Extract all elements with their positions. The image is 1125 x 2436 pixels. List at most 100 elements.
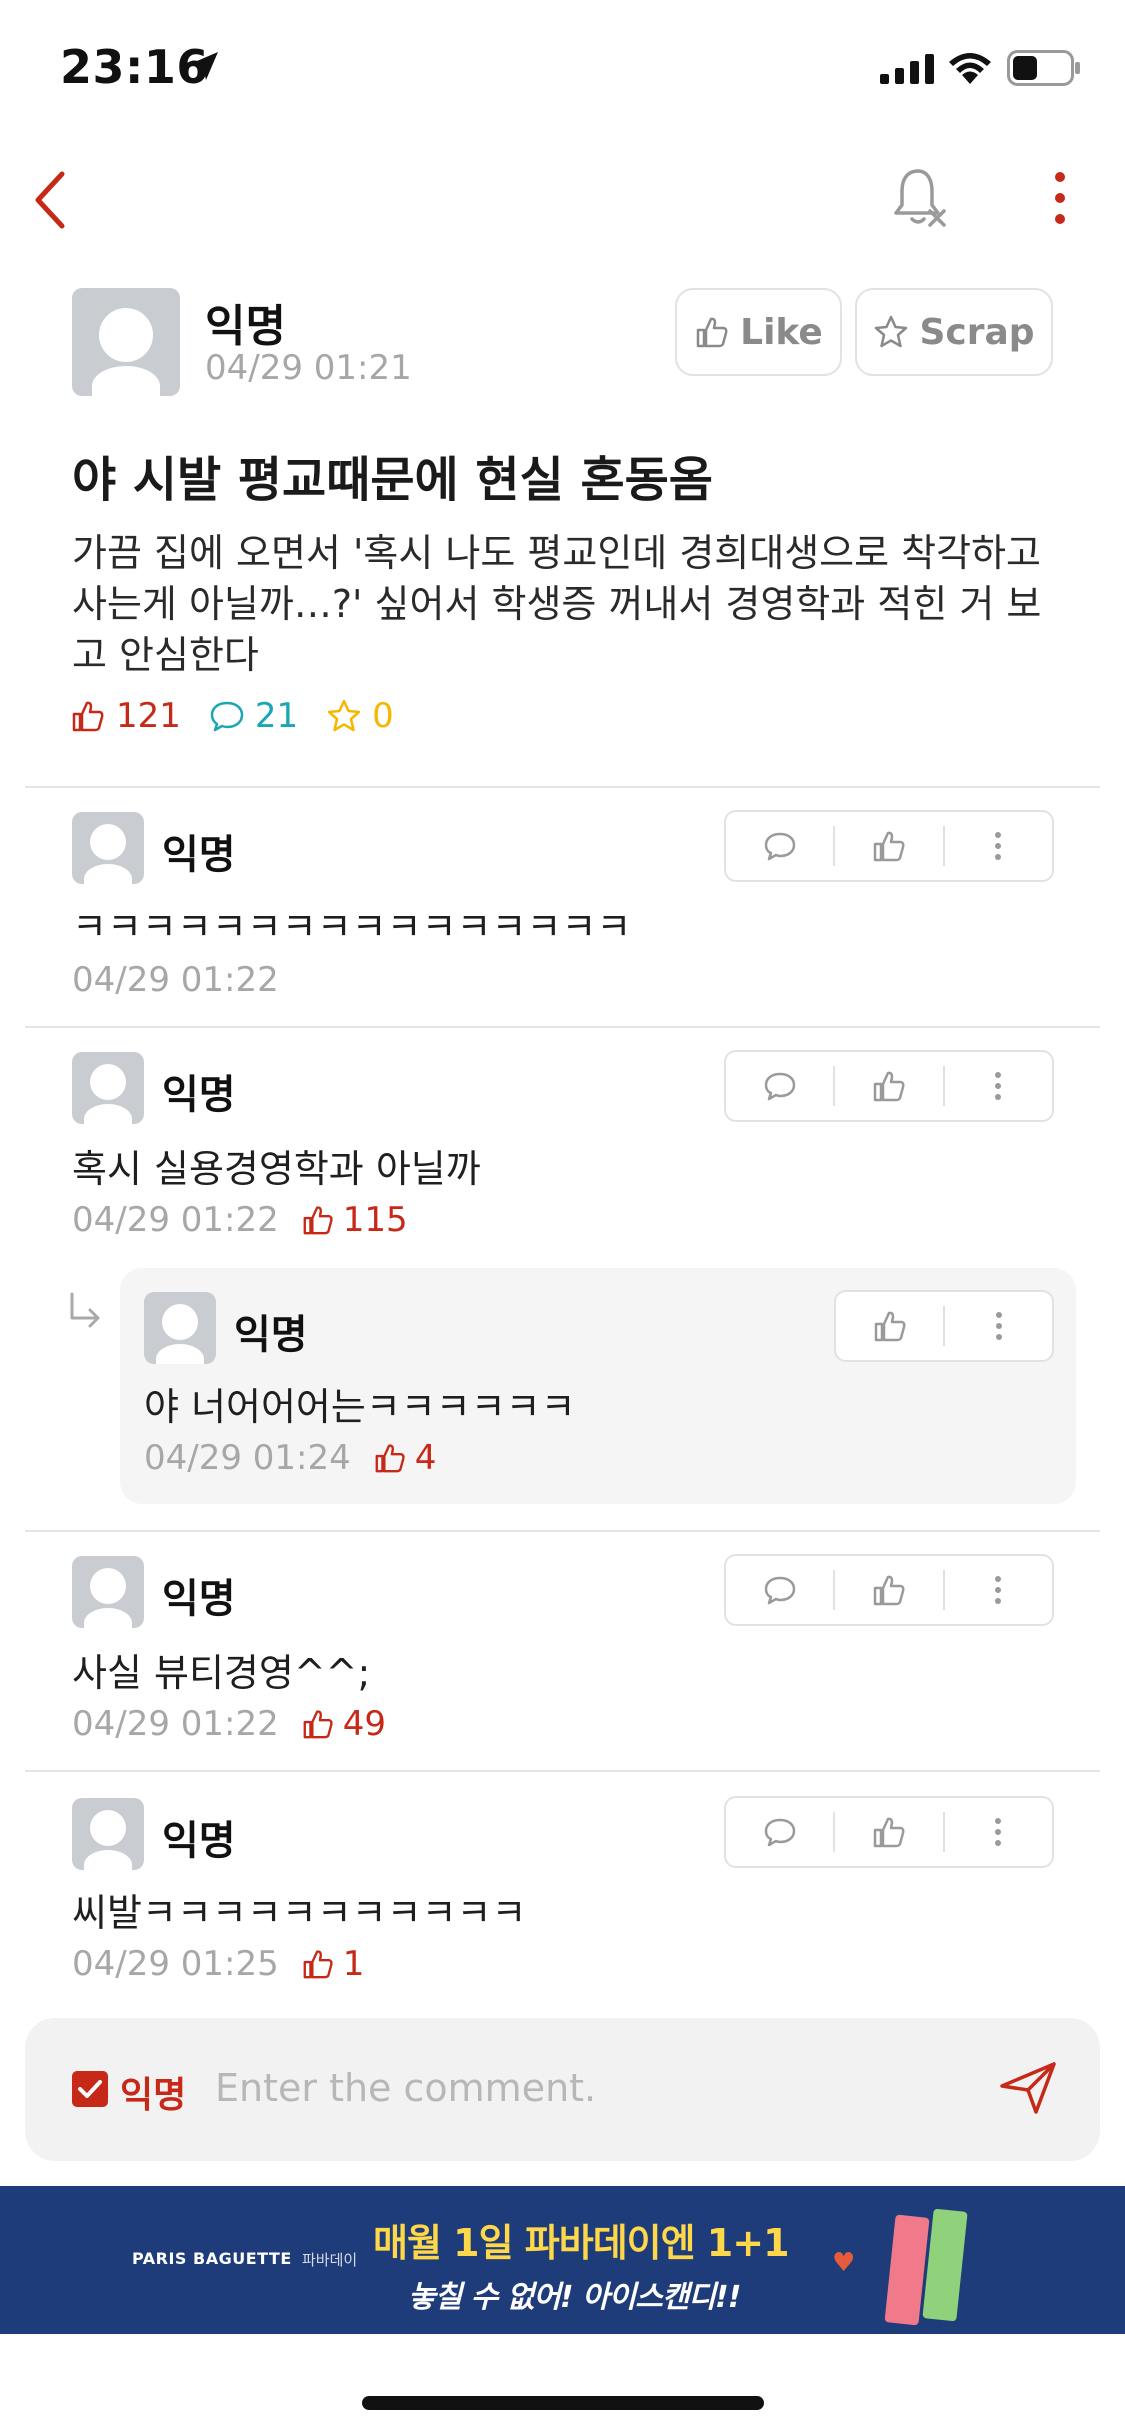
comment-icon bbox=[210, 701, 244, 732]
more-options-icon bbox=[995, 1818, 1002, 1846]
comment-meta: 04/29 01:22 bbox=[72, 960, 279, 1000]
ad-subheadline: 놓칠 수 없어! 아이스캔디!! bbox=[408, 2280, 741, 2315]
ad-brand: PARIS BAGUETTE bbox=[132, 2249, 292, 2268]
comment-time: 04/29 01:22 bbox=[72, 1704, 279, 1744]
comment-text: 씨발ㅋㅋㅋㅋㅋㅋㅋㅋㅋㅋㅋ bbox=[72, 1891, 527, 1935]
post-author: 익명 bbox=[205, 301, 286, 352]
thumbs-up-icon bbox=[375, 1444, 405, 1473]
comment-icon bbox=[764, 1818, 795, 1847]
thumbs-up-icon bbox=[72, 701, 104, 732]
comment-actions bbox=[724, 810, 1054, 882]
divider bbox=[25, 1530, 1100, 1532]
post-comment-count: 21 bbox=[209, 696, 298, 736]
comment-like-count: 115 bbox=[301, 1200, 408, 1240]
ad-brand-sub: 파바데이 bbox=[302, 2251, 358, 2269]
reply-like-button[interactable] bbox=[836, 1292, 943, 1360]
comment-more-button[interactable] bbox=[945, 1052, 1052, 1120]
more-options-icon bbox=[995, 832, 1002, 860]
reply-actions bbox=[834, 1290, 1054, 1362]
reply-time: 04/29 01:24 bbox=[144, 1438, 351, 1478]
thumbs-up-icon bbox=[696, 317, 728, 348]
divider bbox=[25, 1770, 1100, 1772]
ad-product-image bbox=[922, 2208, 968, 2322]
comment-icon bbox=[764, 832, 795, 861]
reply-button[interactable] bbox=[726, 812, 833, 880]
scrap-button[interactable]: Scrap bbox=[855, 288, 1053, 376]
comment-more-button[interactable] bbox=[945, 812, 1052, 880]
reply-more-button[interactable] bbox=[945, 1292, 1052, 1360]
comment-meta: 04/29 01:22 49 bbox=[72, 1704, 386, 1744]
comment-time: 04/29 01:25 bbox=[72, 1944, 279, 1984]
comment-like-count: 1 bbox=[301, 1944, 364, 1984]
thumbs-up-icon bbox=[873, 1071, 905, 1102]
comment-avatar bbox=[72, 1798, 144, 1870]
more-options-icon[interactable] bbox=[1040, 165, 1080, 235]
comment-like-button[interactable] bbox=[835, 1052, 942, 1120]
cellular-signal-icon bbox=[880, 54, 934, 84]
comment-text: 혹시 실용경영학과 아닐까 bbox=[72, 1147, 481, 1191]
post-stats: 121 21 0 bbox=[70, 696, 394, 736]
comment-avatar bbox=[72, 812, 144, 884]
post-time: 04/29 01:21 bbox=[205, 348, 412, 388]
reply-meta: 04/29 01:24 4 bbox=[144, 1438, 436, 1478]
home-indicator bbox=[362, 2396, 764, 2410]
reply-author: 익명 bbox=[234, 1312, 308, 1358]
reply-arrow-icon bbox=[70, 1292, 100, 1328]
comment-actions bbox=[724, 1796, 1054, 1868]
reply-button[interactable] bbox=[726, 1556, 833, 1624]
comment-text: ㅋㅋㅋㅋㅋㅋㅋㅋㅋㅋㅋㅋㅋㅋㅋㅋ bbox=[72, 905, 632, 949]
reply-like-count: 4 bbox=[373, 1438, 436, 1478]
anonymous-label[interactable]: 익명 bbox=[120, 2066, 186, 2118]
thumbs-up-icon bbox=[303, 1950, 333, 1979]
more-options-icon bbox=[995, 1072, 1002, 1100]
wifi-icon bbox=[949, 53, 991, 84]
comment-like-button[interactable] bbox=[835, 812, 942, 880]
reply-button[interactable] bbox=[726, 1052, 833, 1120]
comment-time: 04/29 01:22 bbox=[72, 1200, 279, 1240]
post-scrap-count: 0 bbox=[326, 696, 394, 736]
comment-like-button[interactable] bbox=[835, 1556, 942, 1624]
like-button[interactable]: Like bbox=[675, 288, 842, 376]
post-title: 야 시발 평교때문에 현실 혼동옴 bbox=[72, 452, 713, 508]
checkmark-icon bbox=[78, 2080, 102, 2098]
comment-author: 익명 bbox=[162, 832, 236, 878]
status-time: 23:16 bbox=[60, 40, 209, 94]
comment-like-button[interactable] bbox=[835, 1798, 942, 1866]
comment-icon bbox=[764, 1576, 795, 1605]
ad-headline: 매월 1일 파바데이엔 1+1 bbox=[373, 2221, 790, 2265]
comment-author: 익명 bbox=[162, 1818, 236, 1864]
comment-avatar bbox=[72, 1556, 144, 1628]
battery-icon bbox=[1007, 50, 1080, 86]
thumbs-up-icon bbox=[873, 831, 905, 862]
comment-input[interactable] bbox=[215, 2060, 955, 2116]
back-icon[interactable] bbox=[20, 160, 80, 240]
comment-more-button[interactable] bbox=[945, 1556, 1052, 1624]
comment-like-count: 49 bbox=[301, 1704, 386, 1744]
comment-actions bbox=[724, 1050, 1054, 1122]
divider bbox=[25, 786, 1100, 788]
notification-off-icon[interactable] bbox=[888, 165, 948, 231]
comment-time: 04/29 01:22 bbox=[72, 960, 279, 1000]
anonymous-checkbox[interactable] bbox=[72, 2071, 108, 2107]
more-options-icon bbox=[995, 1576, 1002, 1604]
heart-icon: ♥ bbox=[832, 2248, 856, 2278]
comment-text: 사실 뷰티경영^^; bbox=[72, 1651, 371, 1695]
reply-text: 야 너어어어는ㅋㅋㅋㅋㅋㅋ bbox=[144, 1385, 576, 1429]
ad-banner[interactable]: PARIS BAGUETTE 파바데이 매월 1일 파바데이엔 1+1 놓칠 수… bbox=[0, 2186, 1125, 2334]
status-bar: 23:16 bbox=[0, 0, 1125, 140]
like-button-label: Like bbox=[740, 311, 823, 353]
thumbs-up-icon bbox=[874, 1311, 906, 1342]
thumbs-up-icon bbox=[303, 1206, 333, 1235]
post-author-avatar bbox=[72, 288, 180, 396]
send-icon[interactable] bbox=[998, 2058, 1060, 2118]
star-icon bbox=[875, 315, 908, 348]
comment-more-button[interactable] bbox=[945, 1798, 1052, 1866]
comment-meta: 04/29 01:22 115 bbox=[72, 1200, 408, 1240]
thumbs-up-icon bbox=[873, 1575, 905, 1606]
comment-actions bbox=[724, 1554, 1054, 1626]
location-arrow-icon bbox=[190, 52, 218, 80]
divider bbox=[25, 1026, 1100, 1028]
post-body: 가끔 집에 오면서 '혹시 나도 평교인데 경희대생으로 착각하고 사는게 아닐… bbox=[72, 531, 1042, 677]
reply-button[interactable] bbox=[726, 1798, 833, 1866]
thumbs-up-icon bbox=[303, 1710, 333, 1739]
